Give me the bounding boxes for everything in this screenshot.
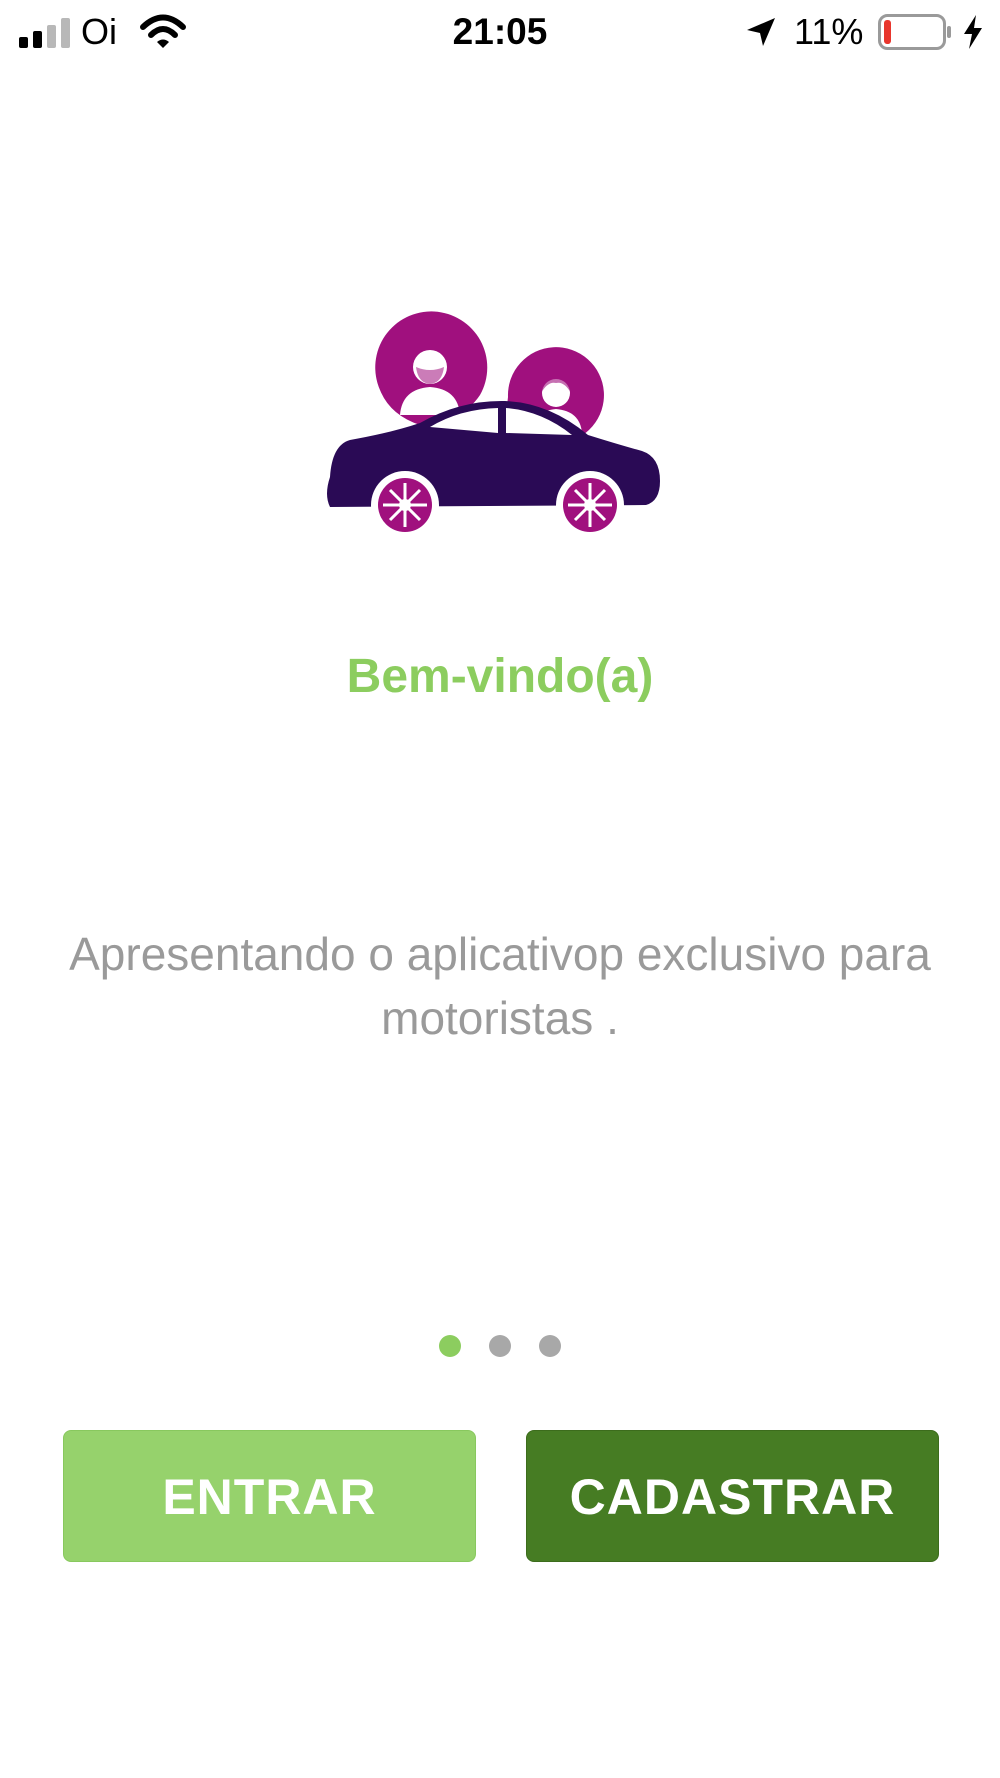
page-dot[interactable] [489, 1335, 511, 1357]
status-bar: Oi 21:05 11% [0, 0, 1000, 64]
welcome-description: Apresentando o aplicativop exclusivo par… [69, 928, 931, 1044]
register-button[interactable]: CADASTRAR [526, 1430, 939, 1562]
car-with-chat-bubbles-icon [327, 311, 660, 539]
battery-percentage: 11% [794, 11, 864, 52]
page-dot[interactable] [539, 1335, 561, 1357]
charging-bolt-icon [964, 15, 982, 49]
battery-icon [878, 14, 951, 50]
login-button[interactable]: ENTRAR [63, 1430, 476, 1562]
page-dot-active[interactable] [439, 1335, 461, 1357]
location-arrow-icon [747, 18, 775, 46]
page-indicator [0, 1335, 1000, 1357]
welcome-title: Bem-vindo(a) [346, 650, 654, 703]
car-icon [327, 400, 660, 539]
